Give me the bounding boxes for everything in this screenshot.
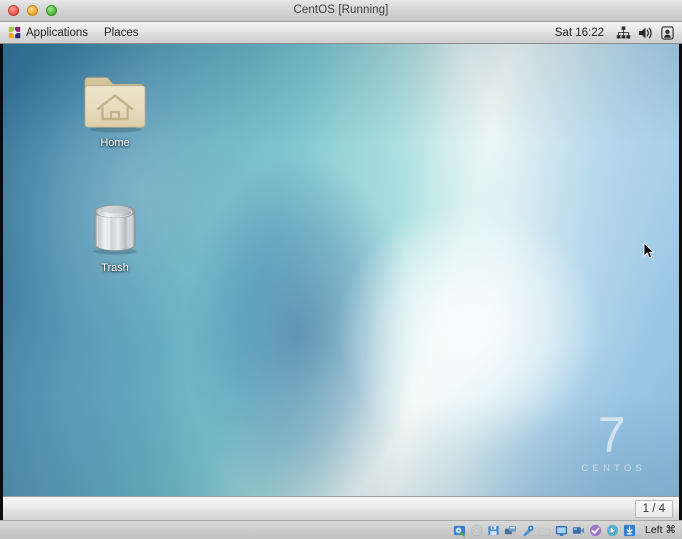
- host-key-indicator: Left ⌘: [645, 523, 676, 537]
- menu-applications-label: Applications: [26, 26, 89, 39]
- hard-disk-icon[interactable]: [453, 523, 467, 537]
- display-icon[interactable]: [555, 523, 569, 537]
- guest-os-screen[interactable]: Applications Places Sat 16:22 7 CENTOS H…: [0, 22, 682, 520]
- panel-clock[interactable]: Sat 16:22: [548, 22, 611, 44]
- desktop-icon-trash[interactable]: Trash: [72, 194, 158, 275]
- guest-frame-left: [0, 44, 3, 520]
- optical-disk-icon[interactable]: [470, 523, 484, 537]
- home-folder-icon: [72, 69, 158, 133]
- guest-additions-icon[interactable]: [589, 523, 603, 537]
- gnome-top-panel: Applications Places Sat 16:22: [0, 22, 682, 44]
- video-capture-icon[interactable]: [572, 523, 586, 537]
- virtualbox-vm-window: CentOS [Running] Applications Places Sat…: [0, 0, 682, 539]
- power-user-icon[interactable]: [657, 23, 677, 43]
- network-adapter-icon[interactable]: [504, 523, 518, 537]
- menu-places[interactable]: Places: [96, 22, 147, 44]
- host-key-label: Left: [644, 524, 663, 536]
- mouse-integration-icon[interactable]: [606, 523, 620, 537]
- virtualbox-status-bar: Left ⌘: [0, 520, 682, 539]
- desktop-icon-home[interactable]: Home: [72, 69, 158, 150]
- volume-icon[interactable]: [635, 23, 655, 43]
- host-window-titlebar[interactable]: CentOS [Running]: [0, 0, 682, 22]
- trash-bin-icon: [72, 194, 158, 258]
- shared-folders-icon[interactable]: [538, 523, 552, 537]
- command-key-icon: ⌘: [665, 524, 677, 536]
- usb-icon[interactable]: [521, 523, 535, 537]
- centos-logo-icon: [8, 26, 21, 39]
- desktop-icon-home-label: Home: [100, 137, 130, 149]
- desktop-area[interactable]: 7 CENTOS Home Trash: [0, 44, 682, 496]
- top-panel-status-area: Sat 16:22: [548, 22, 682, 44]
- floppy-disk-icon[interactable]: [487, 523, 501, 537]
- window-title: CentOS [Running]: [293, 4, 389, 16]
- menu-applications[interactable]: Applications: [0, 22, 96, 44]
- network-icon[interactable]: [613, 23, 633, 43]
- gnome-bottom-panel: 1 / 4: [0, 496, 682, 520]
- menu-places-label: Places: [104, 26, 139, 39]
- workspace-switcher[interactable]: 1 / 4: [634, 499, 673, 518]
- keyboard-capture-icon[interactable]: [623, 523, 637, 537]
- desktop-icon-trash-label: Trash: [101, 262, 129, 274]
